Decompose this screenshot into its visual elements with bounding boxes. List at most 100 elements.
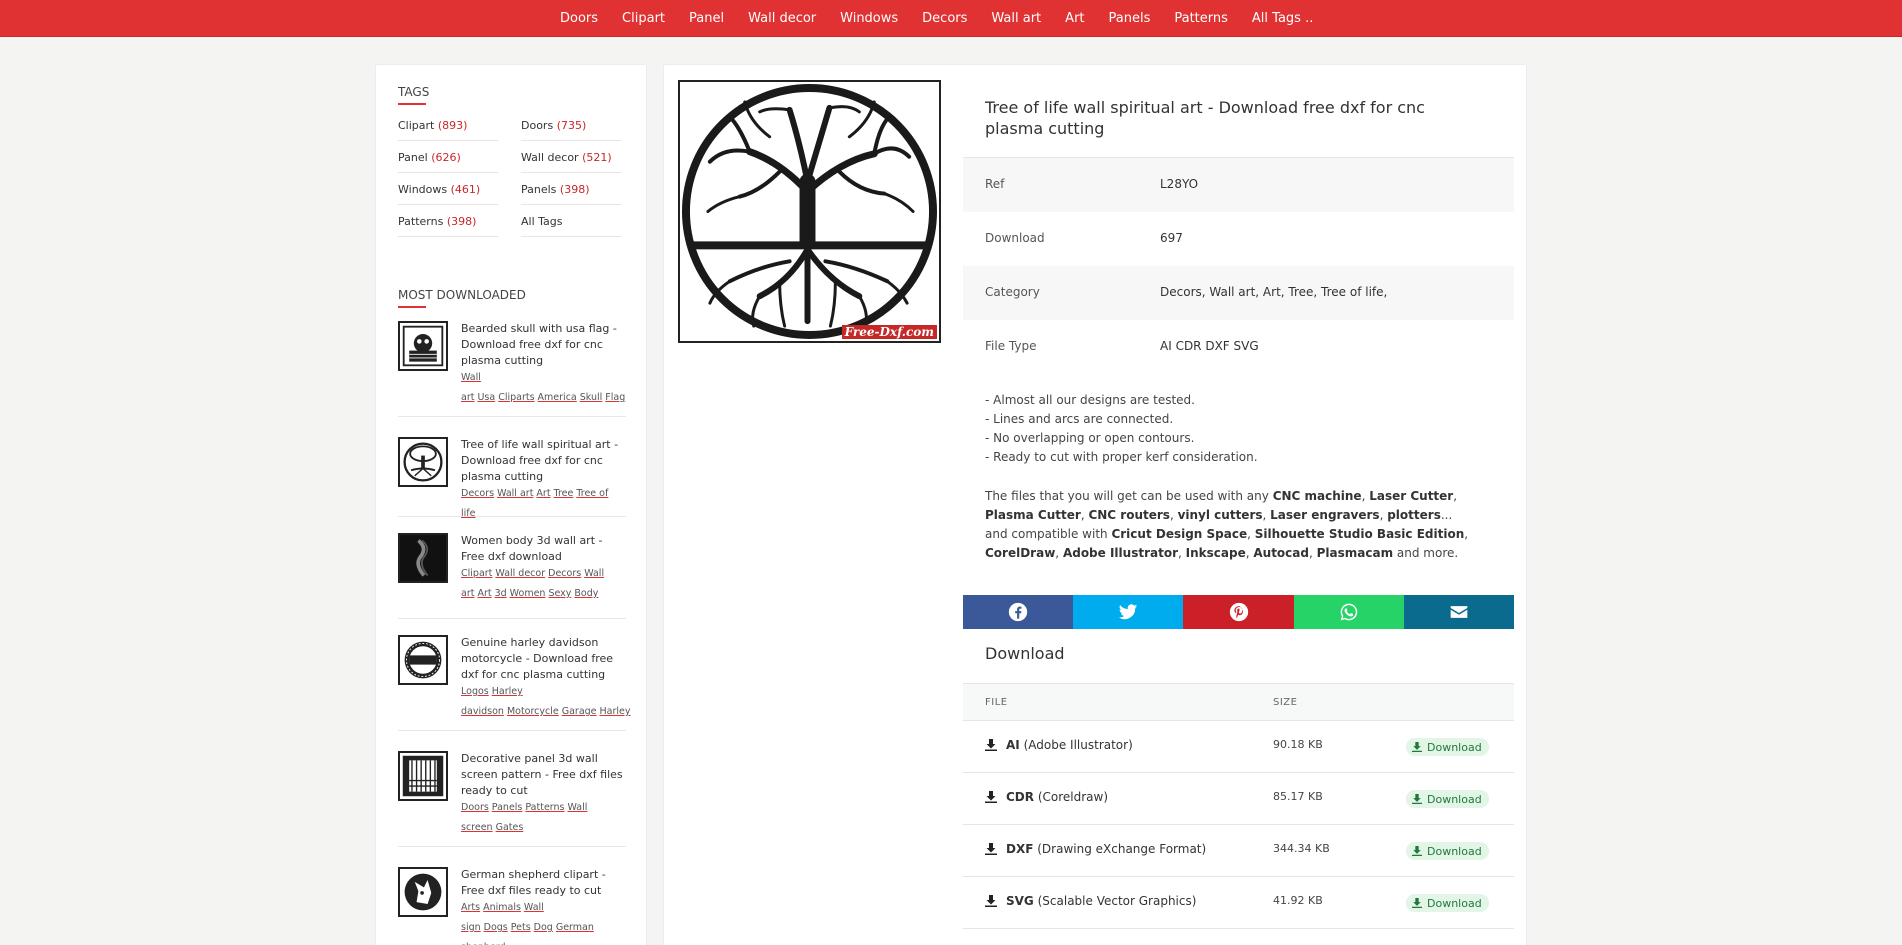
most-downloaded-item: Bearded skull with usa flag - Download f… xyxy=(398,321,626,417)
item-title[interactable]: Bearded skull with usa flag - Download f… xyxy=(461,321,626,369)
item-tag[interactable]: Pets xyxy=(511,922,531,933)
nav-item-wall-decor[interactable]: Wall decor xyxy=(748,11,816,26)
twitter-icon xyxy=(1119,604,1138,620)
tag-doors[interactable]: Doors (735) xyxy=(521,109,621,141)
item-tag[interactable]: Sexy xyxy=(548,588,571,599)
nav-item-panel[interactable]: Panel xyxy=(689,11,724,26)
nav-item-all-tags[interactable]: All Tags .. xyxy=(1252,11,1313,26)
tag-all-tags[interactable]: All Tags xyxy=(521,205,621,237)
item-tag[interactable]: Arts xyxy=(461,902,480,913)
thumbnail-harley-davidson[interactable] xyxy=(398,635,448,685)
thumbnail-skull-flag[interactable] xyxy=(398,321,448,371)
download-button-ai[interactable]: Download xyxy=(1406,738,1489,756)
sidebar: TAGS Clipart (893) Doors (735) Panel (62… xyxy=(375,64,647,945)
tag-windows[interactable]: Windows (461) xyxy=(398,173,498,205)
tag-panels[interactable]: Panels (398) xyxy=(521,173,621,205)
tag-count: (735) xyxy=(556,119,587,132)
share-facebook-button[interactable] xyxy=(963,595,1074,629)
item-tags: ArtsAnimalsWall signDogsPetsDogGerman sh… xyxy=(461,898,626,945)
nav-item-clipart[interactable]: Clipart xyxy=(622,11,665,26)
nav-item-decors[interactable]: Decors xyxy=(922,11,967,26)
compatibility-text: The files that you will get can be used … xyxy=(985,489,1469,560)
share-twitter-button[interactable] xyxy=(1073,595,1184,629)
item-tag[interactable]: Patterns xyxy=(525,802,564,813)
share-whatsapp-button[interactable] xyxy=(1293,595,1404,629)
item-tag[interactable]: Decors xyxy=(461,488,494,499)
item-tag[interactable]: Art xyxy=(477,588,491,599)
nav-item-panels[interactable]: Panels xyxy=(1109,11,1151,26)
tag-label: All Tags xyxy=(521,215,563,228)
nav-item-windows[interactable]: Windows xyxy=(840,11,898,26)
item-tag[interactable]: Motorcycle xyxy=(507,706,559,717)
download-icon xyxy=(1412,742,1422,752)
item-tag[interactable]: Cliparts xyxy=(498,392,534,403)
item-tag[interactable]: Wall art xyxy=(497,488,533,499)
item-title[interactable]: Decorative panel 3d wall screen pattern … xyxy=(461,751,626,799)
item-tag[interactable]: Women xyxy=(510,588,546,599)
download-button-dxf[interactable]: Download xyxy=(1406,842,1489,860)
file-name: DXF (Drawing eXchange Format) xyxy=(1006,842,1207,856)
item-tag[interactable]: Dogs xyxy=(484,922,508,933)
item-tag[interactable]: Panels xyxy=(492,802,523,813)
item-tags: Clipart Wall decor Decors Wall art Art 3d Wome… xyxy=(461,564,626,604)
ref-label: Ref xyxy=(985,177,1005,191)
product-image[interactable]: Free-Dxf.com xyxy=(678,80,941,343)
thumbnail-tree-of-life[interactable] xyxy=(398,437,448,487)
download-row-ai: AI (Adobe Illustrator) 90.18 KB Download xyxy=(963,721,1514,773)
item-tag[interactable]: Skull xyxy=(580,392,603,403)
download-button-cdr[interactable]: Download xyxy=(1406,790,1489,808)
item-tag[interactable]: Body xyxy=(574,588,598,599)
tag-patterns[interactable]: Patterns (398) xyxy=(398,205,498,237)
tag-clipart[interactable]: Clipart (893) xyxy=(398,109,498,141)
column-header-file: FILE xyxy=(985,697,1008,708)
thumbnail-decorative-panel[interactable] xyxy=(398,751,448,801)
item-tag[interactable]: America xyxy=(538,392,577,403)
download-icon xyxy=(985,843,997,855)
thumbnail-german-shepherd[interactable] xyxy=(398,867,448,917)
nav-item-art[interactable]: Art xyxy=(1065,11,1084,26)
download-button-svg[interactable]: Download xyxy=(1406,894,1489,912)
download-count-value: 697 xyxy=(1160,231,1183,245)
tag-wall-decor[interactable]: Wall decor (521) xyxy=(521,141,621,173)
nav-item-wall-art[interactable]: Wall art xyxy=(991,11,1041,26)
item-title[interactable]: German shepherd clipart - Free dxf files… xyxy=(461,867,626,899)
download-row-svg: SVG (Scalable Vector Graphics) 41.92 KB … xyxy=(963,877,1514,929)
tag-label: Wall decor xyxy=(521,151,579,164)
item-tag[interactable]: Gates xyxy=(496,822,524,833)
tag-label: Windows xyxy=(398,183,448,196)
item-tag[interactable]: Art xyxy=(536,488,550,499)
item-tag[interactable]: Usa xyxy=(477,392,495,403)
share-pinterest-button[interactable] xyxy=(1183,595,1294,629)
item-tag[interactable]: Clipart xyxy=(461,568,492,579)
item-title[interactable]: Genuine harley davidson motorcycle - Dow… xyxy=(461,635,626,683)
download-count-row: Download 697 xyxy=(963,212,1514,266)
item-tag[interactable]: Logos xyxy=(461,686,489,697)
item-tag[interactable]: Dog xyxy=(534,922,553,933)
item-tag[interactable]: Doors xyxy=(461,802,489,813)
nav-item-doors[interactable]: Doors xyxy=(560,11,598,26)
download-count-label: Download xyxy=(985,231,1045,245)
item-tag[interactable]: Wall decor xyxy=(495,568,545,579)
item-tag[interactable]: Tree xyxy=(554,488,574,499)
tag-panel[interactable]: Panel (626) xyxy=(398,141,498,173)
item-tag[interactable]: Harley xyxy=(600,706,631,717)
nav-item-patterns[interactable]: Patterns xyxy=(1174,11,1228,26)
item-tag[interactable]: Flag xyxy=(605,392,625,403)
item-tag[interactable]: 3d xyxy=(495,588,507,599)
file-type-row: File Type AI CDR DXF SVG xyxy=(963,320,1514,374)
item-tag[interactable]: Decors xyxy=(548,568,581,579)
file-type-label: File Type xyxy=(985,339,1037,353)
thumbnail-women-body[interactable] xyxy=(398,533,448,583)
tag-label: Panel xyxy=(398,151,428,164)
download-row-dxf: DXF (Drawing eXchange Format) 344.34 KB … xyxy=(963,825,1514,877)
item-tag[interactable]: Garage xyxy=(562,706,597,717)
most-downloaded-item: German shepherd clipart - Free dxf files… xyxy=(398,867,626,945)
download-icon xyxy=(985,739,997,751)
share-email-button[interactable] xyxy=(1403,595,1515,629)
item-tag[interactable]: Animals xyxy=(483,902,521,913)
watermark-logo: Free-Dxf.com xyxy=(841,325,937,339)
item-title[interactable]: Tree of life wall spiritual art - Downlo… xyxy=(461,437,626,485)
most-downloaded-item: Women body 3d wall art - Free dxf downlo… xyxy=(398,533,626,619)
download-icon xyxy=(1412,898,1422,908)
item-title[interactable]: Women body 3d wall art - Free dxf downlo… xyxy=(461,533,626,565)
